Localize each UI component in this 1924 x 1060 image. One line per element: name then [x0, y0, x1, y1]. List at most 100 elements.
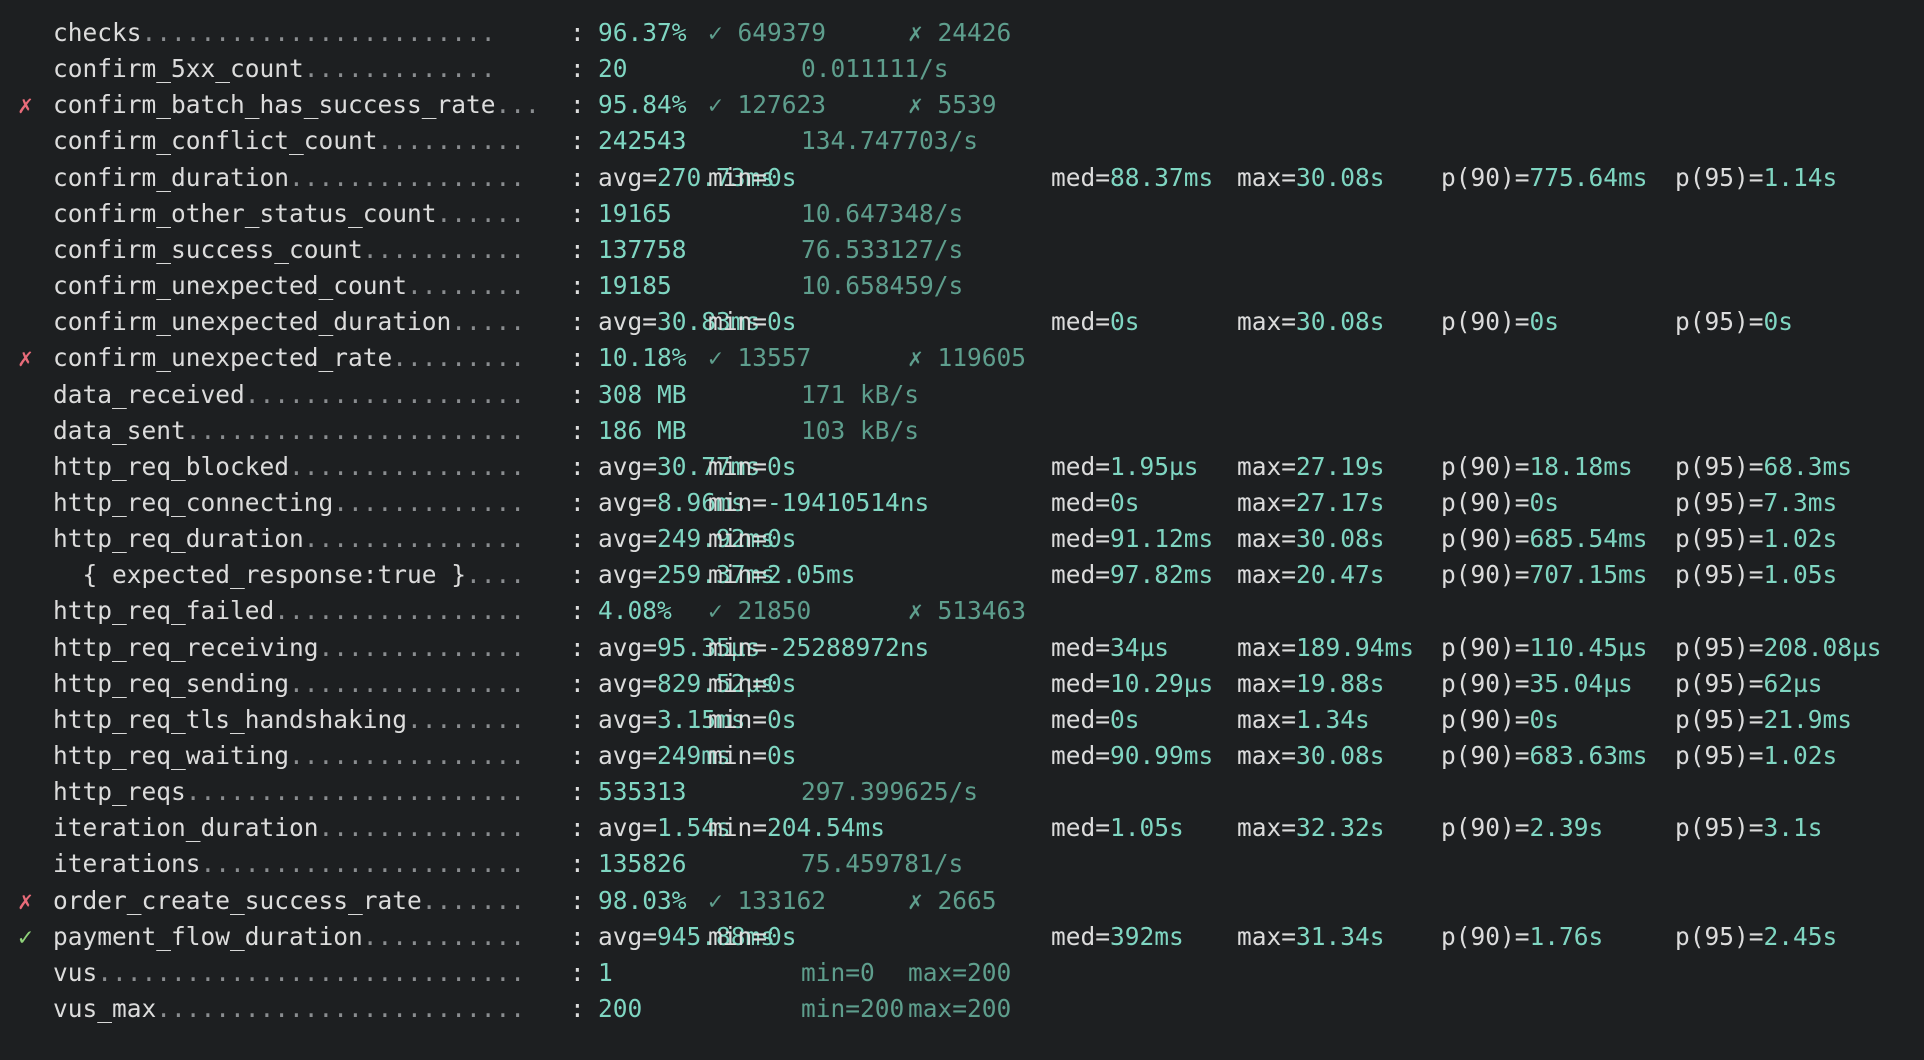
metric-name: confirm_unexpected_duration	[53, 307, 452, 337]
stat-max-value: 30.08s	[1296, 162, 1385, 192]
stat-min: min=0s	[708, 666, 797, 702]
metric-name-cell: http_req_failed.................	[53, 593, 525, 629]
stat-p90-label: p(90)=	[1441, 632, 1530, 662]
metric-per-second: 10.658459/s	[801, 271, 964, 301]
metric-gauge-value: 1	[598, 957, 613, 987]
separator-colon: :	[570, 126, 585, 156]
stat-avg-label: avg=	[598, 524, 658, 554]
stat-p90: p(90)=683.63ms	[1441, 738, 1648, 774]
stat-p90: p(90)=0s	[1441, 304, 1559, 340]
metric-name: http_req_blocked	[53, 451, 290, 481]
stat-p95-label: p(95)=	[1675, 668, 1764, 698]
gauge-max: max=200	[908, 994, 1012, 1024]
stat-p95: p(95)=1.05s	[1675, 557, 1837, 593]
separator-colon: :	[570, 18, 585, 47]
metric-per-second: 75.459781/s	[801, 849, 964, 879]
fail-count-value: 5539	[937, 90, 997, 120]
stat-p95-value: 62µs	[1763, 668, 1823, 698]
stat-p95-label: p(95)=	[1675, 487, 1764, 517]
stat-min: min=0s	[708, 160, 797, 196]
metric-name-cell: confirm_batch_has_success_rate...	[53, 87, 540, 123]
stat-med: med=97.82ms	[1051, 557, 1213, 593]
stat-max-label: max=	[1237, 451, 1297, 481]
stat-med-value: 97.82ms	[1110, 560, 1214, 590]
metric-count-value: 20	[598, 54, 628, 84]
metric-name: http_req_tls_handshaking	[53, 704, 408, 734]
stat-min-value: 0s	[767, 307, 797, 337]
stat-min: min=0s	[708, 702, 797, 738]
stat-p90: p(90)=685.54ms	[1441, 521, 1648, 557]
metric-name: data_sent	[53, 415, 186, 445]
metric-name-cell: iterations......................	[53, 846, 525, 882]
stat-p95: p(95)=0s	[1675, 304, 1793, 340]
stat-p90-label: p(90)=	[1441, 668, 1530, 698]
stat-max-label: max=	[1237, 741, 1297, 770]
metric-name: http_req_connecting	[53, 487, 334, 517]
stat-p95: p(95)=3.1s	[1675, 810, 1823, 846]
stat-p90: p(90)=707.15ms	[1441, 557, 1648, 593]
leader-dots: ................	[289, 668, 526, 698]
metric-name-cell: http_req_duration...............	[53, 521, 525, 557]
stat-med-value: 392ms	[1110, 921, 1184, 951]
stat-max-label: max=	[1237, 632, 1297, 662]
stat-p95: p(95)=7.3ms	[1675, 485, 1837, 521]
metric-per-second: 10.647348/s	[801, 198, 964, 228]
metric-name-cell: order_create_success_rate.......	[53, 883, 525, 919]
stat-p90-value: 35.04µs	[1529, 668, 1633, 698]
metric-name-cell: confirm_5xx_count.............	[53, 51, 496, 87]
check-fail-icon: ✗	[908, 885, 923, 915]
stat-med-label: med=	[1051, 162, 1111, 192]
stat-min-label: min=	[708, 668, 768, 698]
stat-max-label: max=	[1237, 813, 1297, 843]
metric-name: confirm_unexpected_count	[53, 271, 408, 301]
metric-name: { expected_response:true }	[53, 560, 467, 590]
stat-max: max=27.17s	[1237, 485, 1385, 521]
metric-name: confirm_conflict_count	[53, 126, 378, 156]
metric-name: http_req_waiting	[53, 741, 290, 770]
stat-p90-label: p(90)=	[1441, 741, 1530, 770]
separator-colon: :	[570, 704, 585, 734]
stat-max-label: max=	[1237, 560, 1297, 590]
stat-p90-label: p(90)=	[1441, 162, 1530, 192]
fail-count-value: 119605	[937, 343, 1027, 373]
check-fail-icon: ✗	[908, 596, 923, 626]
stat-med-value: 90.99ms	[1110, 741, 1214, 770]
metric-per-second: 171 kB/s	[801, 379, 920, 409]
stat-max: max=20.47s	[1237, 557, 1385, 593]
metric-name-cell: iteration_duration..............	[53, 810, 525, 846]
stat-med: med=90.99ms	[1051, 738, 1213, 774]
metric-count-value: 135826	[598, 849, 687, 879]
stat-max: max=1.34s	[1237, 702, 1370, 738]
separator-colon: :	[570, 741, 585, 770]
metric-name-cell: http_req_tls_handshaking........	[53, 702, 525, 738]
stat-max-value: 1.34s	[1296, 704, 1370, 734]
metric-rate-value: 10.18%	[598, 343, 687, 373]
leader-dots: .............	[333, 487, 526, 517]
stat-max: max=189.94ms	[1237, 630, 1414, 666]
stat-avg-label: avg=	[598, 487, 658, 517]
stat-p90-label: p(90)=	[1441, 487, 1530, 517]
fail-count: ✗ 513463	[908, 593, 1026, 629]
gauge-min: min=200	[801, 994, 905, 1024]
stat-p90: p(90)=0s	[1441, 702, 1559, 738]
stat-p95-label: p(95)=	[1675, 921, 1764, 951]
separator-colon: :	[570, 668, 585, 698]
fail-count-value: 513463	[937, 596, 1027, 626]
stat-med-label: med=	[1051, 524, 1111, 554]
stat-p95: p(95)=68.3ms	[1675, 449, 1852, 485]
stat-p95-label: p(95)=	[1675, 307, 1764, 337]
metric-count-value: 19165	[598, 198, 672, 228]
metric-name-cell: http_req_connecting.............	[53, 485, 525, 521]
stat-avg-label: avg=	[598, 632, 658, 662]
metric-name-cell: confirm_duration................	[53, 160, 525, 196]
stat-p90-value: 1.76s	[1529, 921, 1604, 951]
stat-min-value: 0s	[767, 921, 797, 951]
leader-dots: ...........	[362, 234, 526, 264]
stat-min-value: 2.05ms	[767, 560, 856, 590]
stat-p95-label: p(95)=	[1675, 813, 1764, 843]
threshold-pass-icon: ✓	[18, 921, 33, 951]
metric-count-value: 242543	[598, 126, 687, 156]
metric-name: payment_flow_duration	[53, 921, 363, 951]
stat-med-value: 1.95µs	[1110, 451, 1199, 481]
stat-p90: p(90)=110.45µs	[1441, 630, 1648, 666]
